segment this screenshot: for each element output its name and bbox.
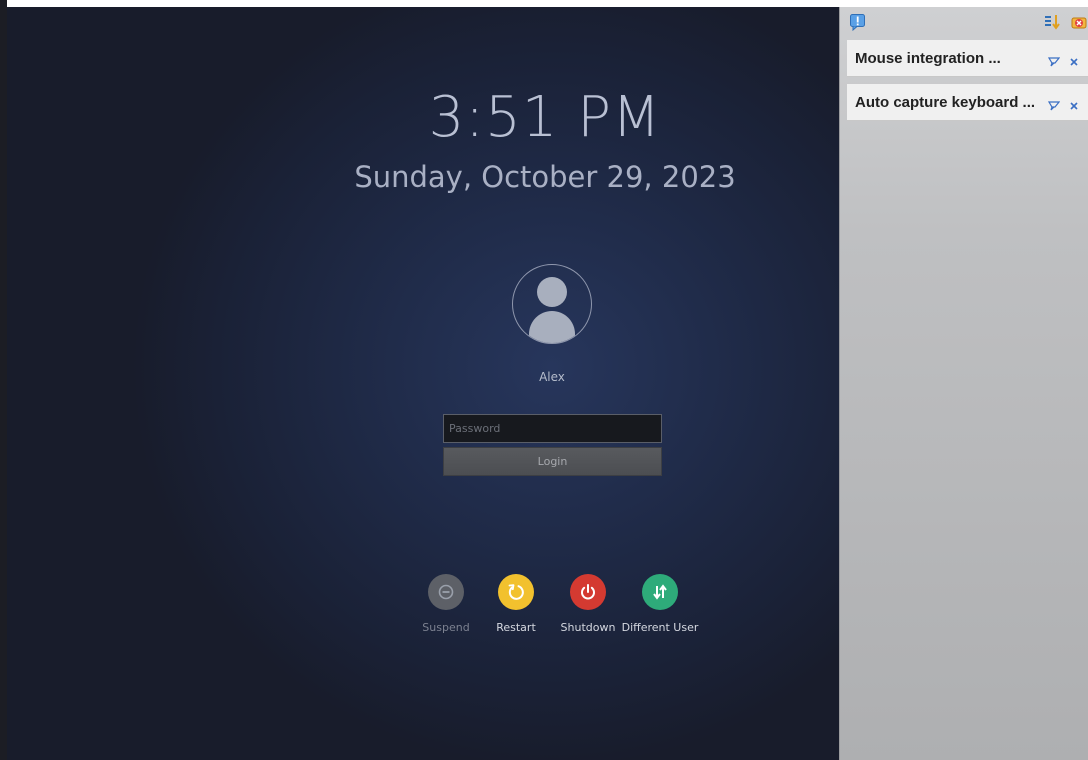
window-left-edge: [0, 0, 7, 760]
password-input[interactable]: [443, 414, 662, 443]
close-icon[interactable]: [1068, 97, 1080, 116]
suspend-label: Suspend: [422, 621, 470, 634]
login-button[interactable]: Login: [443, 447, 662, 476]
sort-icon[interactable]: [1043, 13, 1061, 35]
avatar-body-shape: [529, 311, 575, 343]
shutdown-label: Shutdown: [560, 621, 616, 634]
notification-center-icon[interactable]: [849, 13, 867, 35]
clock-time: 3:51 PM: [428, 85, 662, 150]
clear-all-icon[interactable]: [1069, 13, 1088, 35]
close-icon[interactable]: [1068, 53, 1080, 72]
notification-pane-header: [840, 7, 1088, 39]
restart-label: Restart: [496, 621, 536, 634]
avatar-head-shape: [537, 277, 567, 307]
vm-login-screen: 3:51 PM Sunday, October 29, 2023 Alex Lo…: [7, 7, 839, 760]
window-top-edge: [0, 0, 840, 7]
different-user-label: Different User: [621, 621, 699, 634]
user-name: Alex: [539, 370, 565, 384]
clock-date: Sunday, October 29, 2023: [354, 160, 736, 194]
restart-button[interactable]: Restart: [476, 574, 556, 635]
notification-item[interactable]: Auto capture keyboard ...: [847, 84, 1088, 121]
shutdown-button[interactable]: Shutdown: [548, 574, 628, 635]
user-avatar[interactable]: [512, 264, 592, 344]
restart-icon: [498, 574, 534, 610]
details-icon[interactable]: [1047, 53, 1061, 72]
suspend-button[interactable]: Suspend: [406, 574, 486, 635]
notification-title: Auto capture keyboard ...: [855, 94, 1036, 111]
different-user-button[interactable]: Different User: [620, 574, 700, 635]
power-icon: [570, 574, 606, 610]
suspend-icon: [428, 574, 464, 610]
switch-user-icon: [642, 574, 678, 610]
notification-pane: Mouse integration ... Auto capture keybo…: [839, 7, 1088, 760]
notification-title: Mouse integration ...: [855, 50, 1001, 67]
details-icon[interactable]: [1047, 97, 1061, 116]
notification-item[interactable]: Mouse integration ...: [847, 40, 1088, 77]
